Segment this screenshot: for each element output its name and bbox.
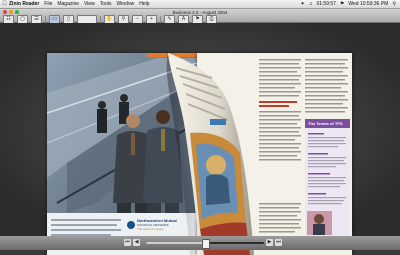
menu-window[interactable]: Window <box>116 1 134 7</box>
toolbar-divider <box>45 16 46 23</box>
menu-tools[interactable]: Tools <box>100 1 112 7</box>
flag-icon[interactable]: ⚑ <box>340 1 344 7</box>
sidebar-title: The Tenets of TPS <box>308 121 343 126</box>
spotlight-icon[interactable]: ⚲ <box>392 1 396 7</box>
window-toolbar: Business 2.0 - August 2004 ☷ ▢ ☰ ▭ ▯ ✋ ⚲… <box>0 9 400 24</box>
apple-menu-icon[interactable]:  <box>0 1 9 7</box>
previous-page-icon[interactable]: ◀ <box>133 239 140 246</box>
page-curl[interactable] <box>150 53 260 255</box>
next-page-icon[interactable]: ▶ <box>266 239 273 246</box>
toolbar-divider <box>100 16 101 23</box>
last-page-icon[interactable]: ⏭ <box>275 239 282 246</box>
menu-magazine[interactable]: Magazine <box>57 1 79 7</box>
reading-area[interactable]: Northwestern Mutual FINANCIAL NETWORK Th… <box>0 23 400 255</box>
page-navigation-bar: ⏮ ◀ ▶ ⏭ <box>0 236 400 250</box>
menu-help[interactable]: Help <box>139 1 149 7</box>
menu-view[interactable]: View <box>84 1 95 7</box>
page-slider-fill <box>146 242 205 244</box>
battery-clock[interactable]: 01:59:57 <box>316 1 335 7</box>
app-menu[interactable]: Zinio Reader <box>9 1 39 7</box>
menu-extras: ✦ ♫ 01:59:57 ⚑ Wed 10:59:36 PM ⚲ <box>300 1 400 7</box>
page-slider-handle[interactable] <box>202 239 210 249</box>
volume-icon[interactable]: ♫ <box>309 1 313 7</box>
first-page-icon[interactable]: ⏮ <box>124 239 131 246</box>
menu-file[interactable]: File <box>44 1 52 7</box>
bluetooth-icon[interactable]: ✦ <box>300 1 304 7</box>
toolbar-divider <box>160 16 161 23</box>
menu-bar:  Zinio Reader File Magazine View Tools … <box>0 0 400 9</box>
menu-clock[interactable]: Wed 10:59:36 PM <box>348 1 388 7</box>
